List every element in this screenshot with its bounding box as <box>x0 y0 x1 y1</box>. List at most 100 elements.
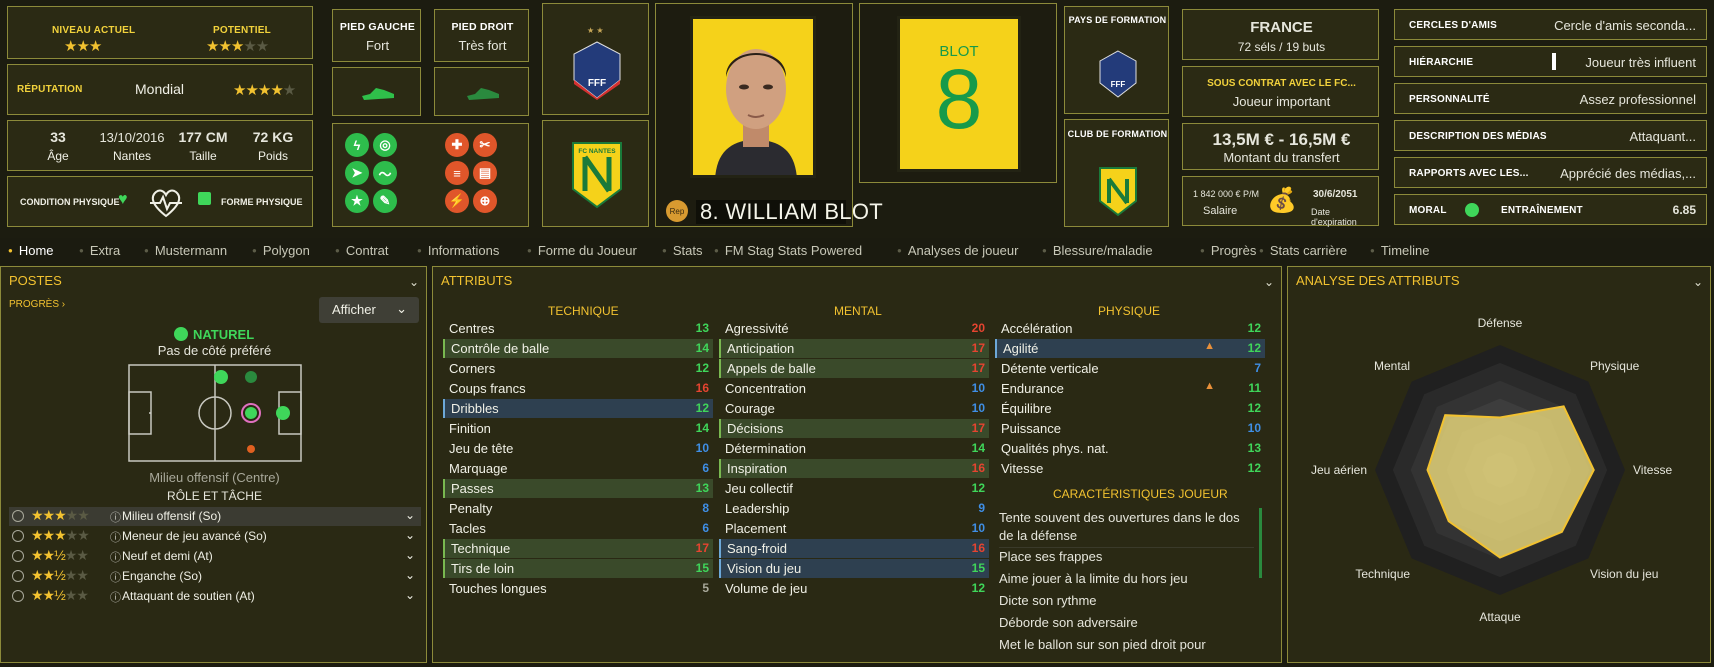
tab-stats[interactable]: Stats <box>662 243 703 258</box>
role-chevron-icon[interactable]: ⌄ <box>405 508 415 522</box>
position-dot[interactable] <box>245 407 257 419</box>
attribute-row[interactable]: Vision du jeu 15 <box>719 559 989 578</box>
attribute-row[interactable]: Leadership 9 <box>719 499 989 518</box>
info-row-medias[interactable]: DESCRIPTION DES MÉDIAS Attaquant... <box>1394 120 1707 151</box>
attribute-row[interactable]: Tacles 6 <box>443 519 713 538</box>
tab-home[interactable]: Home <box>8 243 54 258</box>
role-row[interactable]: ★★★★★ ⓘ Milieu offensif (So) ⌄ <box>9 507 421 526</box>
attribute-row[interactable]: Placement 10 <box>719 519 989 538</box>
attribute-row[interactable]: Accélération 12 <box>995 319 1265 338</box>
attribute-row[interactable]: Agilité 12 ▲ <box>995 339 1265 358</box>
attribute-row[interactable]: Décisions 17 <box>719 419 989 438</box>
role-chevron-icon[interactable]: ⌄ <box>405 548 415 562</box>
attribute-row[interactable]: Dribbles 12 <box>443 399 713 418</box>
postes-collapse-icon[interactable]: ⌄ <box>409 275 419 289</box>
tab-informations[interactable]: Informations <box>417 243 500 258</box>
info-icon[interactable]: ⓘ <box>110 569 121 585</box>
attribute-row[interactable]: Inspiration 16 <box>719 459 989 478</box>
analyse-collapse-icon[interactable]: ⌄ <box>1693 275 1703 289</box>
nation-box[interactable]: FRANCE 72 séls / 19 buts <box>1182 9 1379 60</box>
position-dot[interactable] <box>245 371 257 383</box>
role-chevron-icon[interactable]: ⌄ <box>405 528 415 542</box>
tab-timeline[interactable]: Timeline <box>1370 243 1430 258</box>
info-row-moral[interactable]: MORAL ENTRAÎNEMENT 6.85 <box>1394 194 1707 225</box>
kick-trait-icon[interactable]: ⚡ <box>445 189 469 213</box>
carac-scrollbar-thumb[interactable] <box>1259 508 1262 578</box>
attribute-row[interactable]: Tirs de loin 15 <box>443 559 713 578</box>
attribute-row[interactable]: Vitesse 12 <box>995 459 1265 478</box>
info-icon[interactable]: ⓘ <box>110 589 121 605</box>
attribute-row[interactable]: Équilibre 12 <box>995 399 1265 418</box>
lightning-trait-icon[interactable]: ϟ <box>345 133 369 157</box>
attribute-row[interactable]: Courage 10 <box>719 399 989 418</box>
attribute-row[interactable]: Anticipation 17 <box>719 339 989 358</box>
attribute-row[interactable]: Volume de jeu 12 <box>719 579 989 598</box>
info-icon[interactable]: ⓘ <box>110 529 121 545</box>
tab-blessure[interactable]: Blessure/maladie <box>1042 243 1153 258</box>
role-radio[interactable] <box>12 550 24 562</box>
attribute-row[interactable]: Concentration 10 <box>719 379 989 398</box>
attribute-row[interactable]: Passes 13 <box>443 479 713 498</box>
scissors-trait-icon[interactable]: ✂ <box>473 133 497 157</box>
tab-forme[interactable]: Forme du Joueur <box>527 243 637 258</box>
contract-box[interactable]: SOUS CONTRAT AVEC LE FC... Joueur import… <box>1182 66 1379 117</box>
position-dot[interactable] <box>247 445 255 453</box>
star-trait-icon[interactable]: ★ <box>345 189 369 213</box>
attribute-row[interactable]: Détente verticale 7 <box>995 359 1265 378</box>
attribute-row[interactable]: Puissance 10 <box>995 419 1265 438</box>
attribute-row[interactable]: Finition 14 <box>443 419 713 438</box>
info-icon[interactable]: ⓘ <box>110 509 121 525</box>
tab-fm-stag[interactable]: FM Stag Stats Powered <box>714 243 862 258</box>
attribute-row[interactable]: Contrôle de balle 14 <box>443 339 713 358</box>
role-radio[interactable] <box>12 590 24 602</box>
tab-analyses[interactable]: Analyses de joueur <box>897 243 1019 258</box>
attribute-row[interactable]: Marquage 6 <box>443 459 713 478</box>
afficher-dropdown[interactable]: Afficher ⌄ <box>319 297 419 323</box>
tab-contrat[interactable]: Contrat <box>335 243 389 258</box>
info-row-rapports[interactable]: RAPPORTS AVEC LES... Apprécié des médias… <box>1394 157 1707 188</box>
role-radio[interactable] <box>12 530 24 542</box>
info-row-hierarchie[interactable]: HIÉRARCHIE Joueur très influent <box>1394 46 1707 77</box>
info-row-personnalite[interactable]: PERSONNALITÉ Assez professionnel <box>1394 83 1707 114</box>
attribute-row[interactable]: Coups francs 16 <box>443 379 713 398</box>
position-dot[interactable] <box>214 370 228 384</box>
attribute-row[interactable]: Touches longues 5 <box>443 579 713 598</box>
attribute-row[interactable]: Jeu de tête 10 <box>443 439 713 458</box>
role-chevron-icon[interactable]: ⌄ <box>405 588 415 602</box>
tab-extra[interactable]: Extra <box>79 243 120 258</box>
document-trait-icon[interactable]: ▤ <box>473 161 497 185</box>
role-row[interactable]: ★★★★★ ⓘ Meneur de jeu avancé (So) ⌄ <box>9 527 421 546</box>
position-dot[interactable] <box>276 406 290 420</box>
role-radio[interactable] <box>12 510 24 522</box>
role-chevron-icon[interactable]: ⌄ <box>405 568 415 582</box>
attribute-row[interactable]: Endurance 11 ▲ <box>995 379 1265 398</box>
attribute-row[interactable]: Appels de balle 17 <box>719 359 989 378</box>
tab-stats-carriere[interactable]: Stats carrière <box>1259 243 1347 258</box>
role-radio[interactable] <box>12 570 24 582</box>
reputation-badge[interactable]: Rep <box>666 200 688 222</box>
attribute-row[interactable]: Agressivité 20 <box>719 319 989 338</box>
attribute-row[interactable]: Corners 12 <box>443 359 713 378</box>
info-row-amis[interactable]: CERCLES D'AMIS Cercle d'amis seconda... <box>1394 9 1707 40</box>
tab-polygon[interactable]: Polygon <box>252 243 310 258</box>
attribute-row[interactable]: Sang-froid 16 <box>719 539 989 558</box>
stairs-trait-icon[interactable]: ≡ <box>445 161 469 185</box>
role-row[interactable]: ★★½★★ ⓘ Neuf et demi (At) ⌄ <box>9 547 421 566</box>
cross-trait-icon[interactable]: ➤ <box>345 161 369 185</box>
attributs-collapse-icon[interactable]: ⌄ <box>1264 275 1274 289</box>
target-trait-icon[interactable]: ◎ <box>373 133 397 157</box>
crosshair-trait-icon[interactable]: ⊕ <box>473 189 497 213</box>
attribute-row[interactable]: Penalty 8 <box>443 499 713 518</box>
progres-link[interactable]: PROGRÈS › <box>9 299 65 310</box>
attribute-row[interactable]: Technique 17 <box>443 539 713 558</box>
role-row[interactable]: ★★½★★ ⓘ Enganche (So) ⌄ <box>9 567 421 586</box>
tab-progres[interactable]: Progrès <box>1200 243 1257 258</box>
role-row[interactable]: ★★½★★ ⓘ Attaquant de soutien (At) ⌄ <box>9 587 421 606</box>
wave-trait-icon[interactable]: 〜 <box>373 161 397 185</box>
medical-trait-icon[interactable]: ✚ <box>445 133 469 157</box>
tab-mustermann[interactable]: Mustermann <box>144 243 227 258</box>
tools-trait-icon[interactable]: ✎ <box>373 189 397 213</box>
attribute-row[interactable]: Qualités phys. nat. 13 <box>995 439 1265 458</box>
attribute-row[interactable]: Jeu collectif 12 <box>719 479 989 498</box>
attribute-row[interactable]: Centres 13 <box>443 319 713 338</box>
